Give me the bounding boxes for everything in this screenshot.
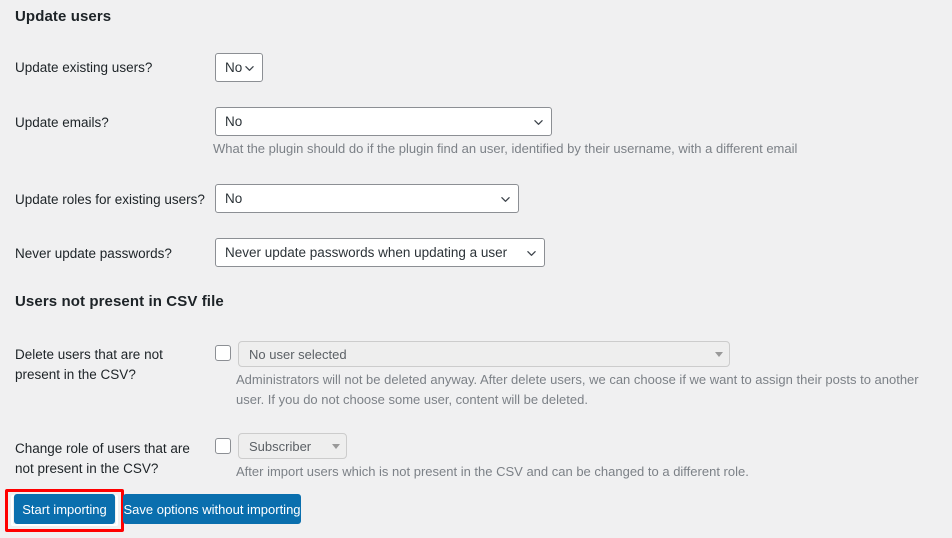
label-update-existing-users: Update existing users? [15,60,153,75]
label-change-role-line-1: Change role of users that are [15,441,190,456]
checkbox-delete-users-not-present[interactable] [215,345,231,361]
select-change-role-value: Subscriber [249,438,312,454]
label-delete-users-line-2: present in the CSV? [15,367,136,382]
select-never-update-passwords-value[interactable]: Never update passwords when updating a u… [215,238,545,267]
caret-down-icon [709,351,729,357]
label-change-role-not-present: Change role of users that are not presen… [15,439,190,479]
label-delete-users-line-1: Delete users that are not [15,347,163,362]
label-change-role-line-2: not present in the CSV? [15,461,159,476]
select-update-emails[interactable]: No [215,107,552,136]
label-update-emails: Update emails? [15,115,109,130]
select-update-roles-value[interactable]: No [215,184,519,213]
label-update-roles: Update roles for existing users? [15,192,205,207]
select-change-role[interactable]: Subscriber [238,433,347,459]
select-update-roles[interactable]: No [215,184,519,213]
checkbox-change-role-not-present[interactable] [215,438,231,454]
help-delete-users-line-2: user. If you do not choose some user, co… [236,392,588,407]
select-never-update-passwords[interactable]: Never update passwords when updating a u… [215,238,545,267]
select-assign-posts-user[interactable]: No user selected [238,341,730,367]
label-delete-users-not-present: Delete users that are not present in the… [15,345,163,385]
save-options-button[interactable]: Save options without importing [123,494,301,524]
select-update-existing-users-value[interactable]: No [215,53,263,82]
help-change-role-not-present: After import users which is not present … [236,464,749,479]
select-assign-posts-user-value: No user selected [249,346,347,362]
section-heading-update-users: Update users [15,8,112,25]
select-update-existing-users[interactable]: No [215,53,263,82]
start-importing-button[interactable]: Start importing [14,494,115,524]
help-delete-users-not-present: Administrators will not be deleted anywa… [236,370,946,410]
section-heading-users-not-present: Users not present in CSV file [15,293,224,310]
settings-page: Update users Update existing users? No U… [0,0,952,538]
caret-down-icon [326,443,346,449]
select-update-emails-value[interactable]: No [215,107,552,136]
label-never-update-passwords: Never update passwords? [15,246,172,261]
help-delete-users-line-1: Administrators will not be deleted anywa… [236,372,919,387]
help-update-emails: What the plugin should do if the plugin … [213,141,798,156]
